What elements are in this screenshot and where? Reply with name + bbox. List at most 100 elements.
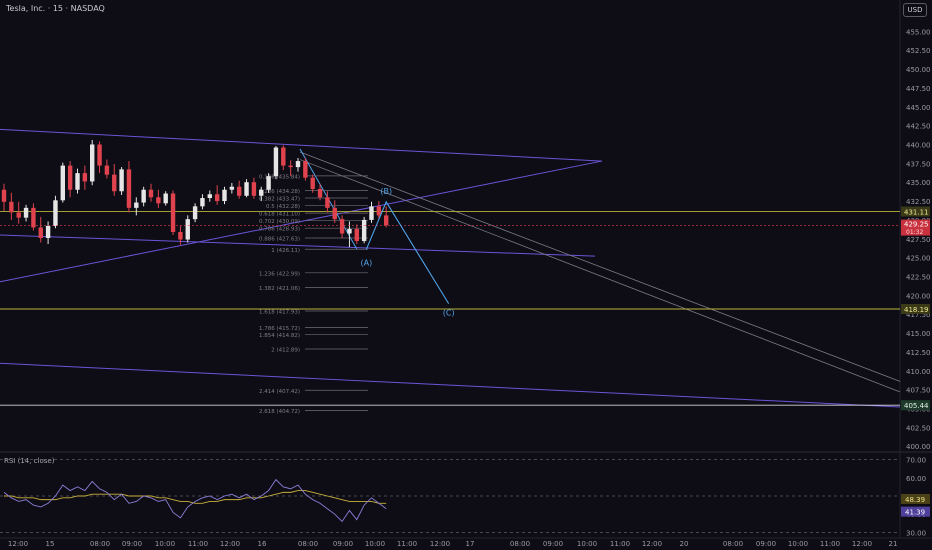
candle-body: [156, 197, 161, 204]
candle-body: [90, 144, 95, 182]
time-tick-label: 10:00: [365, 540, 385, 548]
candle-body: [237, 186, 242, 196]
fib-level-label: 0.618 (431.10): [259, 212, 300, 218]
candle-body: [259, 189, 264, 196]
time-tick-label: 09:00: [122, 540, 142, 548]
fib-level-label: 1.786 (415.72): [259, 326, 300, 332]
candle-body: [281, 147, 286, 166]
fib-level-label: 2.414 (407.42): [259, 389, 300, 395]
price-tick-label: 427.50: [906, 236, 931, 244]
time-tick-label: 21: [889, 540, 898, 548]
price-tick-label: 432.50: [906, 198, 931, 206]
candle-body: [1, 189, 7, 202]
fib-level-label: 1 (426.11): [271, 248, 300, 254]
price-tick-label: 450.00: [906, 66, 931, 74]
price-tick-label: 420.00: [906, 292, 931, 300]
candle-body: [325, 197, 330, 208]
fib-level-label: 0.5 (432.28): [266, 204, 300, 210]
candle-body: [229, 186, 235, 190]
price-tick-label: 407.50: [906, 387, 931, 395]
fib-level-label: 2 (412.89): [271, 347, 300, 353]
fib-level-label: 2.618 (404.72): [259, 409, 300, 415]
fib-level-label: 0.702 (430.09): [259, 219, 300, 225]
fib-level-label: 0.146 (435.84): [259, 174, 300, 180]
candle-body: [112, 174, 117, 192]
candle-body: [9, 201, 14, 213]
candle-body: [53, 200, 58, 226]
candle-body: [288, 165, 293, 168]
time-tick-label: 20: [680, 540, 689, 548]
chart-window: 455.00 452.50 450.00 447.50 445.00 442.50 440.…: [0, 0, 932, 550]
candle-body: [45, 225, 51, 239]
time-tick-label: 12:00: [852, 540, 872, 548]
candle-body: [332, 207, 337, 220]
candle-body: [200, 198, 205, 207]
candle-body: [207, 194, 212, 199]
candle-body: [339, 219, 345, 234]
time-tick-label: 11:00: [188, 540, 208, 548]
price-tick-label: 412.50: [906, 349, 931, 357]
current-price-countdown: 01:32: [906, 229, 923, 236]
time-tick-label: 08:00: [510, 540, 530, 548]
candle-body: [361, 219, 367, 242]
candle-body: [67, 165, 73, 190]
fib-level-label: 0.786 (428.93): [259, 227, 300, 233]
time-tick-label: 08:00: [723, 540, 743, 548]
candle-body: [60, 165, 65, 201]
time-tick-label: 10:00: [788, 540, 808, 548]
time-tick-label: 09:00: [756, 540, 776, 548]
fib-level-label: 0.382 (433.47): [259, 197, 300, 203]
fib-level-label: 1.618 (417.93): [259, 309, 300, 315]
time-tick-label: 08:00: [298, 540, 318, 548]
candle-body: [384, 215, 389, 226]
time-tick-label: 09:00: [333, 540, 353, 548]
currency-button[interactable]: USD: [903, 3, 927, 17]
fib-level-label: 1.854 (414.82): [259, 333, 300, 339]
rsi-tick-label: 60.00: [906, 475, 926, 483]
candle-body: [23, 207, 29, 218]
price-tick-label: 410.00: [906, 368, 931, 376]
candle-body: [75, 173, 80, 190]
candle-body: [82, 173, 88, 182]
candle-body: [295, 161, 301, 168]
time-tick-label: 10:00: [577, 540, 597, 548]
rsi-tick-label: 30.00: [906, 529, 926, 537]
price-tick-label: 447.50: [906, 85, 931, 93]
price-tick-label: 422.50: [906, 273, 931, 281]
rsi-title: RSI (14, close): [4, 457, 55, 465]
price-tick-label: 440.00: [906, 141, 931, 149]
time-tick-label: 12:00: [642, 540, 662, 548]
time-tick-label: 12:00: [8, 540, 28, 548]
price-tick-label: 425.00: [906, 255, 931, 263]
candle-body: [303, 161, 308, 178]
time-tick-label: 11:00: [397, 540, 417, 548]
key-level-value: 418.19: [904, 306, 929, 314]
candle-body: [119, 169, 124, 192]
price-tick-label: 445.00: [906, 104, 931, 112]
candle-body: [273, 147, 279, 177]
time-tick-label: 15: [46, 540, 55, 548]
fib-level-label: 0.236 (434.28): [259, 189, 300, 195]
candle-body: [163, 193, 168, 204]
fib-level-label: 0.886 (427.63): [259, 237, 300, 243]
candle-body: [170, 193, 176, 232]
candle-body: [369, 206, 374, 220]
candle-body: [310, 177, 315, 189]
candle-body: [376, 206, 382, 216]
candle-body: [317, 188, 323, 198]
key-level-value: 431.11: [904, 209, 929, 217]
time-tick-label: 09:00: [543, 540, 563, 548]
candle-body: [104, 165, 110, 175]
wave-label-a: (A): [360, 258, 372, 267]
rsi-value: 41.39: [905, 509, 925, 517]
candle-body: [347, 228, 352, 234]
price-tick-label: 400.00: [906, 443, 931, 451]
price-tick-label: 402.50: [906, 424, 931, 432]
price-tick-label: 415.00: [906, 330, 931, 338]
time-tick-label: 17: [466, 540, 475, 548]
time-tick-label: 16: [258, 540, 267, 548]
current-price-value: 429.25: [904, 221, 929, 229]
time-tick-label: 12:00: [220, 540, 240, 548]
price-chart[interactable]: 455.00 452.50 450.00 447.50 445.00 442.50 440.…: [0, 0, 932, 550]
wave-label-b: (B): [380, 187, 392, 196]
